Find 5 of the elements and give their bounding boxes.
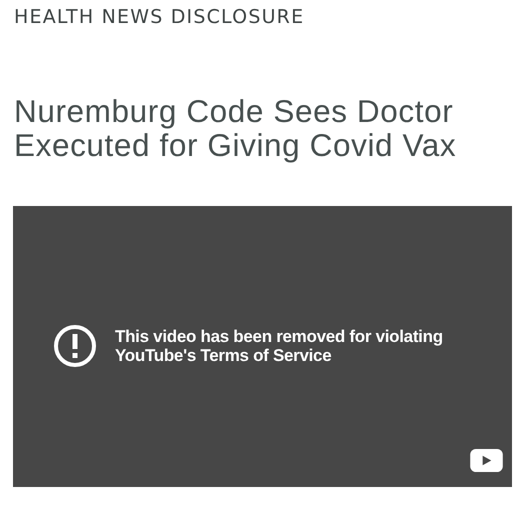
article-headline: Nuremburg Code Sees Doctor Executed for Giving Covid Vax [14, 94, 458, 162]
exclamation-icon [53, 324, 97, 368]
video-removed-message: This video has been removed for violating YouTube's Terms of Service [115, 327, 444, 365]
play-logo-icon[interactable] [470, 449, 503, 472]
site-name[interactable]: HEALTH NEWS DISCLOSURE [14, 4, 512, 30]
